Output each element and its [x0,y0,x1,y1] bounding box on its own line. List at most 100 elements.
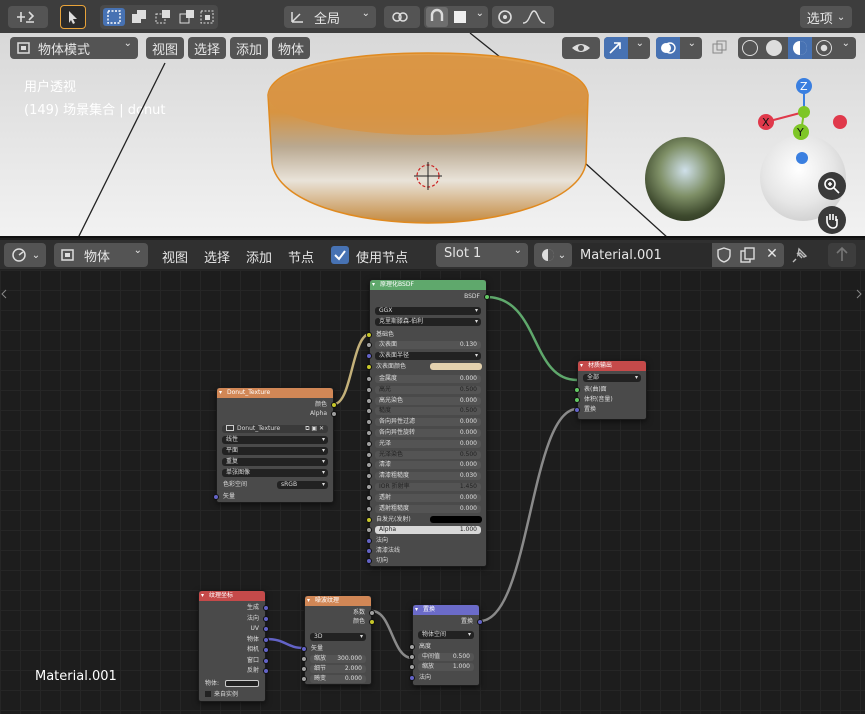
distortion-field[interactable]: 畸变 0.000 [310,675,366,683]
texture-coordinate-node[interactable]: 纹理坐标 物体: 来自实例 生成法向 UV 物体相机窗口反射 [198,590,269,702]
noise-texture-node[interactable]: 噪波纹理 系数 颜色 3D 矢量 缩放300.000 细节2.000 畸变0.0… [301,595,375,685]
bsdf-param-field[interactable]: 光泽 0.000 [375,439,481,448]
clearcoat-normal-socket[interactable] [366,548,372,554]
displacement-socket[interactable] [574,407,580,413]
use-nodes-checkbox[interactable] [331,246,349,264]
bsdf-output-socket[interactable] [484,294,490,300]
node-menu-view[interactable]: 视图 [162,247,188,266]
surface-socket[interactable] [574,387,580,393]
bsdf-param-socket[interactable] [366,473,372,480]
node-menu-node[interactable]: 节点 [288,247,314,266]
emission-socket[interactable] [366,517,372,523]
normal-socket[interactable] [366,538,372,544]
material-output-node[interactable]: 材质输出 全部 表(曲)面 体积(音量) 置换 [574,360,647,420]
bsdf-param-field[interactable]: 金属度 0.000 [375,375,481,383]
bsdf-param-socket[interactable] [366,408,372,415]
tangent-socket[interactable] [366,558,372,564]
bsdf-param-field[interactable]: 透射 0.000 [375,493,481,502]
select-extend-icon[interactable] [128,8,150,26]
node-title[interactable]: 纹理坐标 [199,591,265,601]
bsdf-param-field[interactable]: 清漆 0.000 [375,461,481,470]
snap-icon[interactable] [426,7,448,27]
bsdf-param-socket[interactable] [366,484,372,490]
bsdf-param-field[interactable]: 高光 0.500 [375,385,481,394]
subsurface-radius-field[interactable]: 次表面半径 [375,352,481,360]
bsdf-param-field[interactable]: 高光染色 0.000 [375,396,481,405]
alpha-output-socket[interactable] [331,411,337,417]
editor-type-select[interactable]: ⌄ [4,243,46,267]
bsdf-param-socket[interactable] [366,386,372,393]
base-color-socket[interactable] [366,332,372,338]
pivot-point-select[interactable] [384,6,420,28]
vector-input-socket[interactable] [213,494,219,500]
color-output-socket[interactable] [331,402,337,408]
parent-tree-button[interactable] [828,243,856,267]
transform-orientation-select[interactable]: 全局 ⌄ [284,6,376,28]
texcoord-output-socket[interactable] [263,636,269,643]
subsurface-socket[interactable] [366,342,372,348]
donut-object[interactable] [0,33,865,238]
bsdf-param-socket[interactable] [366,494,372,501]
scale-socket[interactable] [409,664,415,670]
node-canvas[interactable]: 原理化BSDF BSDF GGX 克里斯滕森-伯利 基础色 次表面0.130 次… [0,270,865,714]
scale-socket[interactable] [301,656,307,662]
bsdf-param-field[interactable]: IOR 折射率 1.450 [375,483,481,491]
axis-gizmo[interactable]: Z X Y [748,74,858,164]
bsdf-param-socket[interactable] [366,462,372,469]
height-socket[interactable] [409,644,415,650]
color-output-socket[interactable] [369,619,375,625]
bsdf-param-field[interactable]: 各向异性旋转 0.000 [375,429,481,437]
detail-field[interactable]: 细节 2.000 [310,665,366,673]
vector-input-socket[interactable] [301,646,307,652]
bsdf-param-socket[interactable] [366,451,372,458]
node-title[interactable]: 置换 [413,605,479,615]
node-title[interactable]: Donut_Texture [217,388,333,398]
texcoord-output-socket[interactable] [263,668,269,674]
texcoord-output-socket[interactable] [263,647,269,653]
interpolation-select[interactable]: 线性 [222,436,328,444]
subsurface-field[interactable]: 次表面 0.130 [375,341,481,349]
texcoord-output-socket[interactable] [263,605,269,611]
material-name-field[interactable]: Material.001 [572,243,712,267]
displacement-node[interactable]: 置换 置换 物体空间 高度 中间值0.500 缩放1.000 法向 [409,604,483,686]
select-subtract-icon[interactable] [152,8,174,26]
image-texture-node[interactable]: Donut_Texture 颜色 Alpha Donut_Texture⧉ ▣ … [213,387,337,503]
scale-field[interactable]: 缩放 300.000 [310,655,366,663]
bsdf-param-field[interactable]: 透射粗糙度 0.000 [375,504,481,513]
displacement-output-socket[interactable] [477,619,483,625]
bsdf-param-field[interactable]: 各向异性过滤 0.000 [375,418,481,427]
node-title[interactable]: 原理化BSDF [370,280,486,290]
normal-socket[interactable] [409,675,415,681]
texcoord-output-socket[interactable] [263,657,269,664]
distortion-socket[interactable] [301,676,307,682]
midlevel-socket[interactable] [409,654,415,660]
subsurface-radius-socket[interactable] [366,353,372,359]
falloff-curve-icon[interactable] [520,7,548,27]
colorspace-select[interactable]: sRGB [277,481,328,489]
unlink-close-icon[interactable]: ✕ [762,246,782,264]
fake-user-shield-icon[interactable] [714,246,734,264]
bsdf-param-socket[interactable] [366,430,372,436]
transform-tools-button[interactable] [8,6,48,28]
bsdf-param-field[interactable]: 糙度 0.500 [375,407,481,416]
shader-type-select[interactable]: 物体 ⌄ [54,243,148,267]
node-menu-add[interactable]: 添加 [246,247,272,266]
bsdf-param-socket[interactable] [366,376,372,382]
detail-socket[interactable] [301,666,307,672]
subsurface-color-swatch[interactable] [430,363,482,370]
options-button[interactable]: 选项 ⌄ [800,6,852,28]
texcoord-output-socket[interactable] [263,626,269,632]
material-slot-select[interactable]: Slot 1 ⌄ [436,243,528,267]
projection-select[interactable]: 平面 [222,447,328,455]
node-menu-select[interactable]: 选择 [204,247,230,266]
from-instancer-row[interactable]: 来自实例 [199,690,265,699]
3d-viewport[interactable]: 全局 ⌄ ⌄ 选项 ⌄ 物体模式 ⌄ 视图 选择 添加 物体 ⌄ ⌄ ⌄ 用户透… [0,0,865,238]
extension-select[interactable]: 重复 [222,458,328,466]
alpha-field[interactable]: Alpha 1.000 [375,526,481,534]
snap-target-icon[interactable] [454,11,466,23]
bsdf-param-field[interactable]: 清漆粗糙度 0.030 [375,472,481,481]
emission-color-swatch[interactable] [430,516,482,523]
scale-field[interactable]: 缩放 1.000 [418,663,474,671]
bsdf-param-field[interactable]: 光泽染色 0.500 [375,450,481,459]
bsdf-param-socket[interactable] [366,397,372,404]
